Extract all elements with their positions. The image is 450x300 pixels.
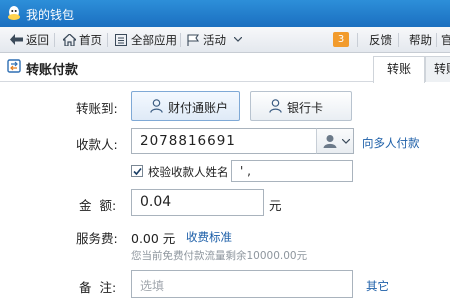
amount-input[interactable]: 0.04 (131, 189, 264, 216)
amount-value: 0.04 (140, 194, 172, 210)
apps-list-icon (115, 34, 127, 46)
payee-value: 2078816691 (140, 133, 236, 149)
check-icon (133, 167, 142, 176)
fee-label: 服务费: (76, 231, 118, 246)
fee-value: 0.00 元 (131, 231, 176, 246)
tab-transfer[interactable]: 转账 (373, 56, 425, 83)
note-input[interactable]: 选填 (131, 270, 353, 298)
user-icon (269, 99, 282, 113)
chevron-down-icon (234, 37, 242, 42)
contact-icon (323, 135, 337, 148)
window-title: 我的钱包 (26, 8, 75, 22)
note-placeholder: 选填 (140, 279, 165, 293)
help-link[interactable]: 帮助 (409, 32, 432, 48)
note-label: 备 注: (79, 280, 117, 295)
page-title: 转账付款 (26, 63, 79, 78)
page-header: 转账付款 转账 转账 (0, 53, 450, 83)
verify-name-input[interactable]: ' , (231, 160, 353, 182)
toolbar: 返回 首页 全部应用 活动 3 反馈 帮助 官 (0, 27, 450, 53)
back-arrow-icon (10, 34, 23, 45)
all-apps-label: 全部应用 (131, 33, 177, 47)
toolbar-divider (54, 33, 55, 47)
option-bank-card-button[interactable]: 银行卡 (250, 91, 352, 121)
transfer-to-label: 转账到: (76, 101, 118, 116)
option-bank-card-label: 银行卡 (287, 101, 324, 115)
activity-label: 活动 (203, 33, 226, 47)
toolbar-divider (398, 33, 399, 47)
transfer-icon (7, 59, 21, 73)
home-label: 首页 (79, 33, 102, 47)
home-icon (63, 34, 76, 46)
feedback-link[interactable]: 反馈 (369, 32, 392, 48)
home-button[interactable]: 首页 (63, 32, 105, 48)
fee-hint: 您当前免费付款流量剩余10000.00元 (131, 250, 308, 262)
verify-name-checkbox[interactable] (131, 165, 143, 177)
fee-standard-link[interactable]: 收费标准 (186, 229, 232, 245)
toolbar-divider (436, 33, 437, 47)
toolbar-divider (180, 33, 181, 47)
other-link[interactable]: 其它 (366, 278, 389, 294)
payee-input[interactable]: 2078816691 (131, 128, 317, 154)
more-link[interactable]: 官 (441, 32, 450, 48)
tab-transfer-secondary[interactable]: 转账 (425, 56, 450, 82)
activity-menu[interactable]: 活动 (187, 32, 245, 48)
amount-unit: 元 (269, 198, 282, 213)
payee-contacts-dropdown[interactable] (316, 128, 354, 154)
qq-logo-icon (8, 6, 20, 20)
all-apps-button[interactable]: 全部应用 (115, 32, 185, 48)
option-tenpay-account-label: 财付通账户 (168, 101, 229, 115)
back-label: 返回 (26, 33, 49, 47)
back-button[interactable]: 返回 (10, 32, 55, 48)
notification-badge[interactable]: 3 (333, 32, 349, 47)
payee-label: 收款人: (76, 137, 118, 152)
amount-label: 金 额: (79, 198, 117, 213)
multi-payee-link[interactable]: 向多人付款 (362, 135, 420, 151)
flag-icon (187, 34, 200, 46)
chevron-down-icon (342, 139, 350, 144)
verify-name-label: 校验收款人姓名 (148, 165, 229, 179)
window-titlebar: 我的钱包 (0, 0, 450, 27)
user-icon (150, 99, 163, 113)
verify-name-value: ' , (240, 164, 251, 178)
toolbar-divider (107, 33, 108, 47)
toolbar-divider (357, 33, 358, 47)
option-tenpay-account-button[interactable]: 财付通账户 (131, 91, 240, 121)
